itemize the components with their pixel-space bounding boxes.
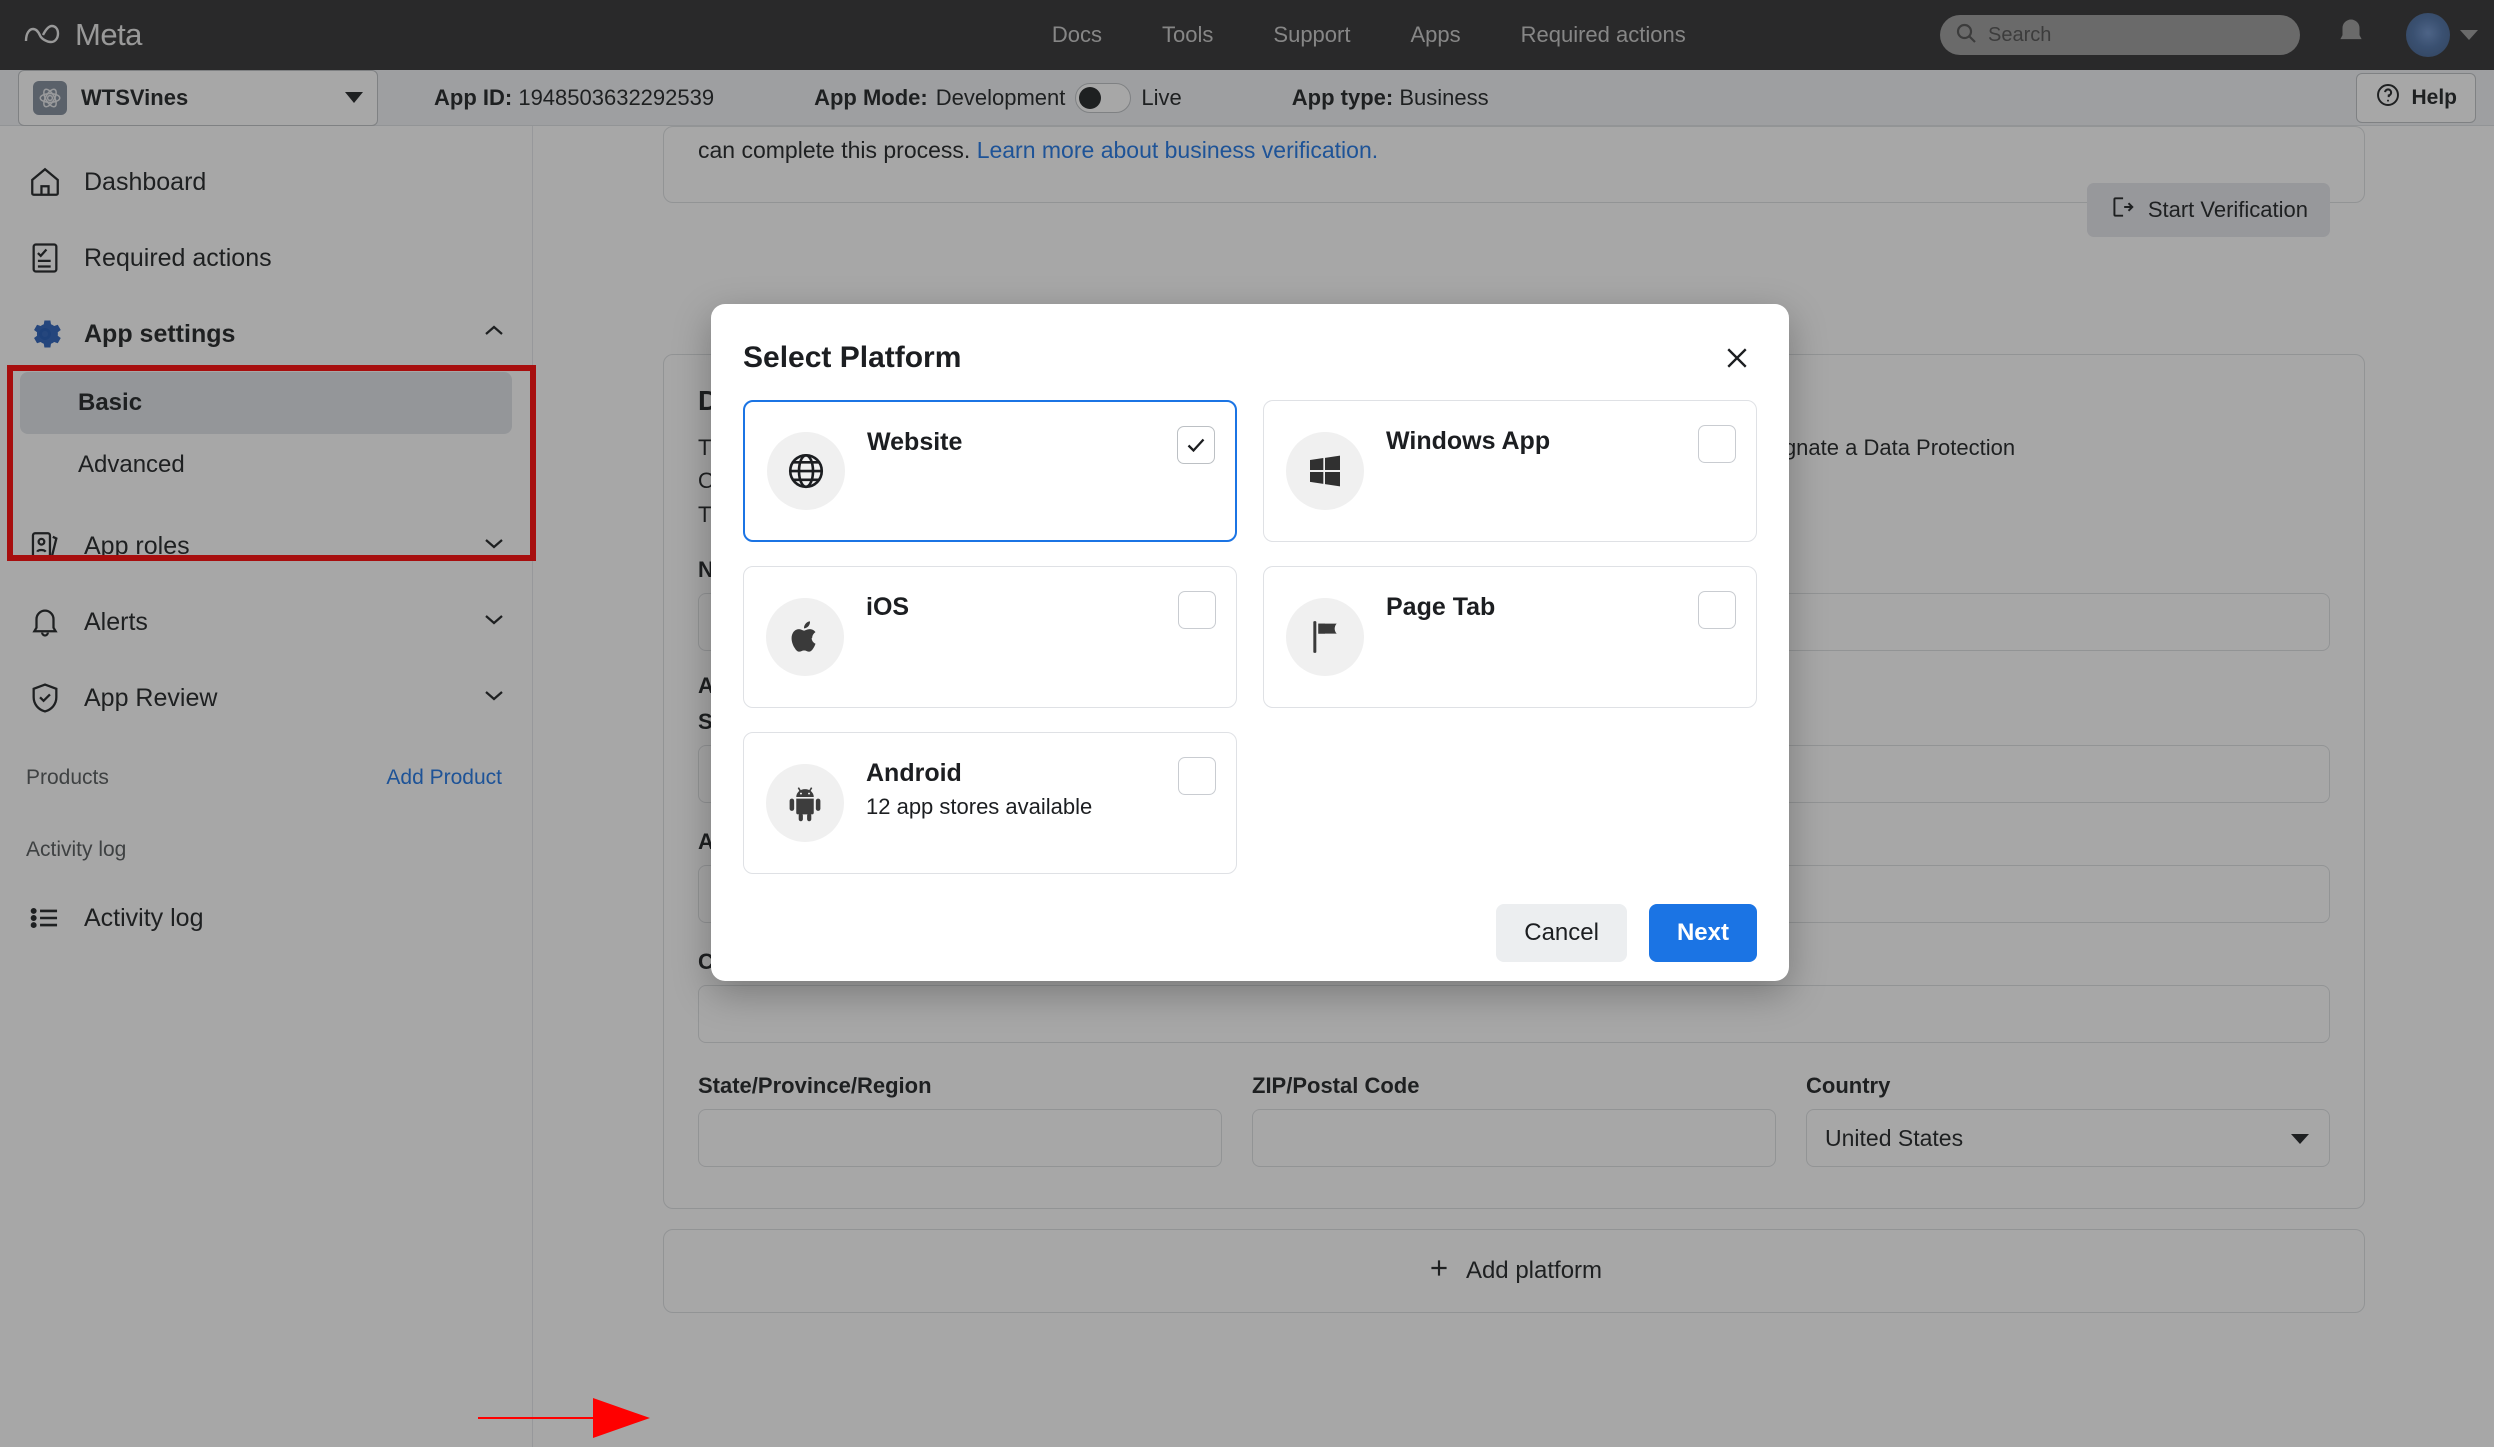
- platform-option-website[interactable]: Website: [743, 400, 1237, 542]
- platform-text: Website: [867, 402, 1213, 457]
- platform-name: Page Tab: [1386, 593, 1496, 621]
- cancel-button[interactable]: Cancel: [1496, 904, 1627, 962]
- platform-subtitle: 12 app stores available: [866, 794, 1093, 819]
- globe-icon: [767, 432, 845, 510]
- platform-option-android[interactable]: Android 12 app stores available: [743, 732, 1237, 874]
- platform-text: Page Tab: [1386, 567, 1734, 622]
- platform-text: Windows App: [1386, 401, 1734, 456]
- flag-icon: [1286, 598, 1364, 676]
- platform-name: Windows App: [1386, 427, 1551, 455]
- dialog-title: Select Platform: [743, 341, 962, 374]
- select-platform-dialog: Select Platform Website Windows App iOS …: [711, 304, 1789, 981]
- platform-checkbox-android[interactable]: [1178, 757, 1216, 795]
- apple-icon: [766, 598, 844, 676]
- android-icon: [766, 764, 844, 842]
- dialog-header: Select Platform: [743, 330, 1757, 386]
- platform-option-page-tab[interactable]: Page Tab: [1263, 566, 1757, 708]
- platform-checkbox-ios[interactable]: [1178, 591, 1216, 629]
- platform-name: Website: [867, 428, 963, 456]
- platform-checkbox-website[interactable]: [1177, 426, 1215, 464]
- platform-checkbox-windows-app[interactable]: [1698, 425, 1736, 463]
- platform-checkbox-page-tab[interactable]: [1698, 591, 1736, 629]
- platform-option-windows-app[interactable]: Windows App: [1263, 400, 1757, 542]
- platform-options-grid: Website Windows App iOS Page Tab Android…: [743, 400, 1757, 874]
- platform-name: iOS: [866, 593, 910, 621]
- app-root: can complete this process. Learn more ab…: [0, 0, 2494, 1447]
- arrow-annotation-add-platform: [478, 1390, 658, 1447]
- platform-text: Android 12 app stores available: [866, 733, 1214, 820]
- dialog-footer: Cancel Next: [743, 904, 1757, 962]
- platform-text: iOS: [866, 567, 1214, 622]
- next-button[interactable]: Next: [1648, 904, 1757, 962]
- close-icon[interactable]: [1717, 338, 1757, 378]
- platform-option-ios[interactable]: iOS: [743, 566, 1237, 708]
- windows-icon: [1286, 432, 1364, 510]
- platform-name: Android: [866, 759, 962, 787]
